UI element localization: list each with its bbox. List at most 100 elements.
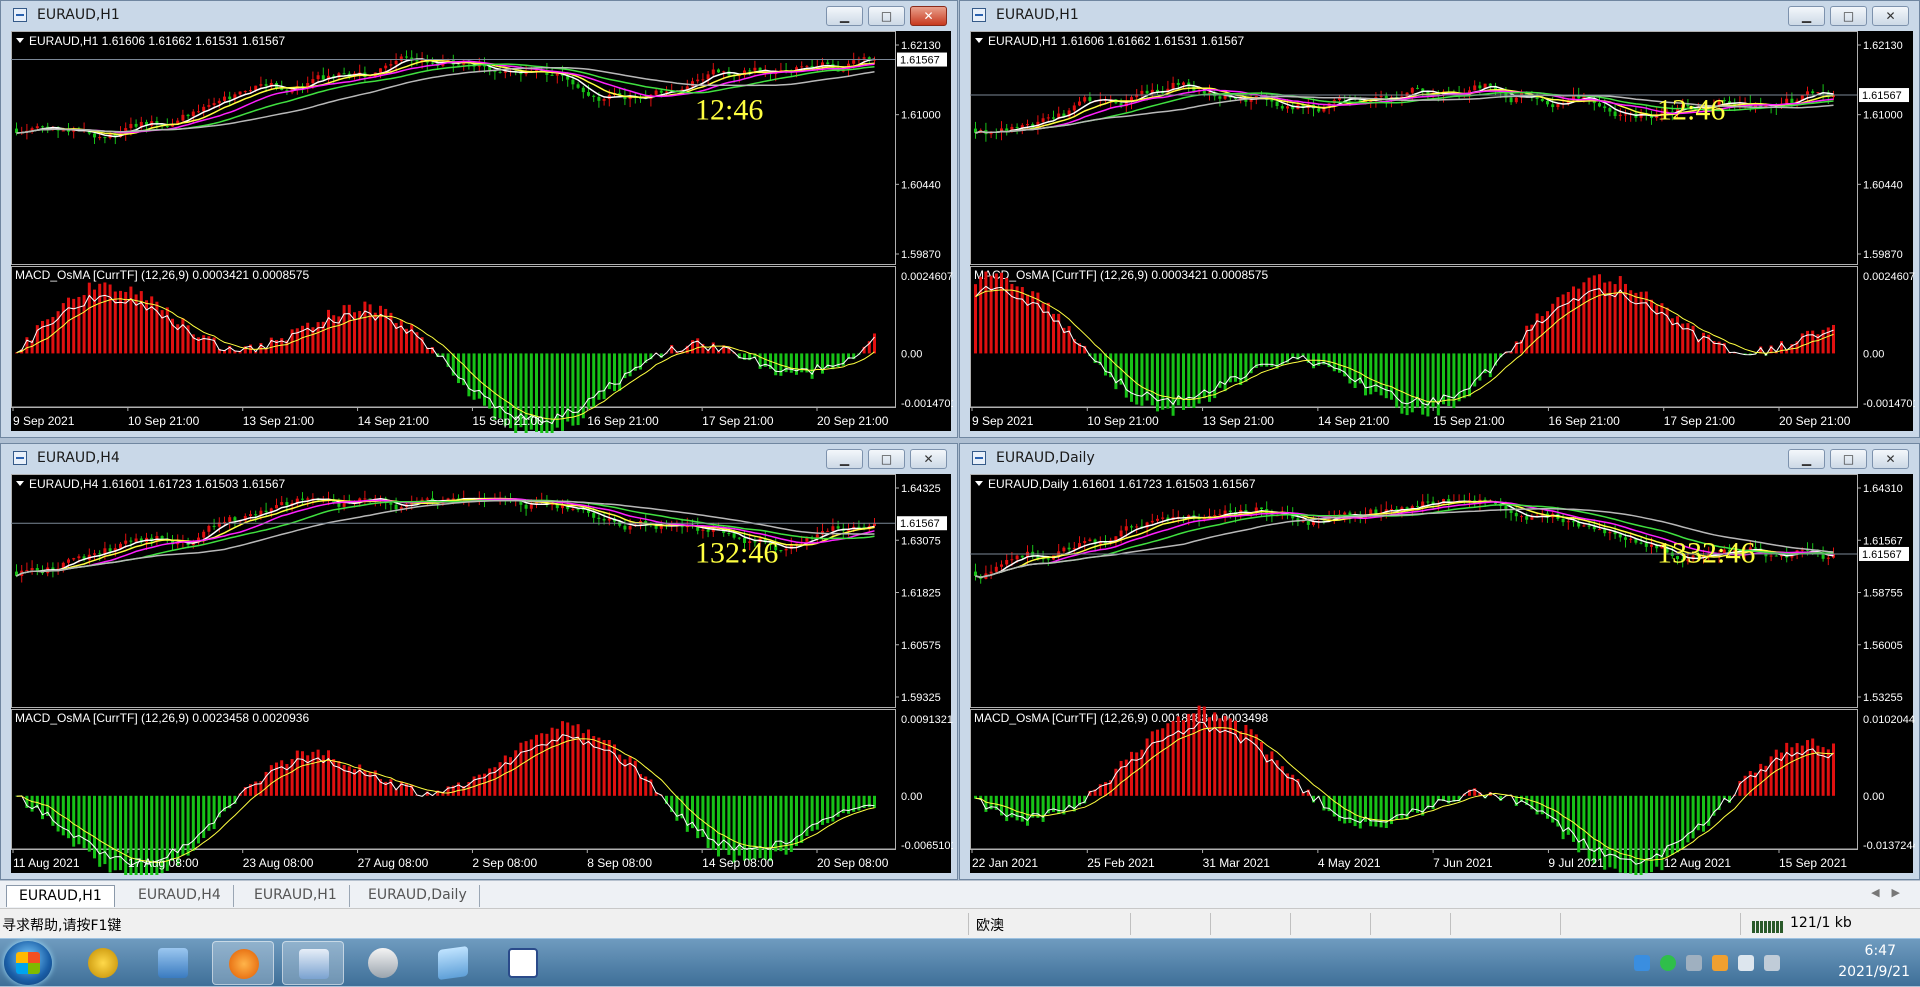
price-tick-label: 1.60575 <box>901 640 941 652</box>
clock-date[interactable]: 2021/9/21 <box>1838 964 1910 980</box>
taskbar-orange-app[interactable] <box>212 941 274 985</box>
volume-icon[interactable] <box>1738 955 1754 971</box>
price-chart[interactable]: EURAUD,Daily 1.61601 1.61723 1.61503 1.6… <box>970 474 1915 875</box>
window-title: EURAUD,H1 <box>37 7 120 23</box>
restore-button[interactable]: □ <box>868 449 905 469</box>
system-tray: 6:47 2021/9/21 <box>1620 939 1920 987</box>
chart-window-3[interactable]: EURAUD,H4 ▁ □ ✕ EURAUD,H4 1.61601 1.6172… <box>0 443 958 880</box>
time-axis-label: 31 Mar 2021 <box>1203 856 1271 870</box>
price-tick-label: 1.59325 <box>901 692 941 704</box>
minimize-button[interactable]: ▁ <box>826 449 863 469</box>
chart-menu-triangle-icon[interactable] <box>16 38 24 43</box>
connection-bars-icon <box>1752 919 1784 933</box>
taskbar-network-app[interactable] <box>142 941 204 985</box>
window-title: EURAUD,Daily <box>996 450 1095 466</box>
chart-header-text: EURAUD,H1 1.61606 1.61662 1.61531 1.6156… <box>29 34 286 48</box>
chart-canvas[interactable]: EURAUD,H1 1.61606 1.61662 1.61531 1.6156… <box>970 31 1913 431</box>
tab-euraud-h1[interactable]: EURAUD,H1 <box>6 885 115 907</box>
macd-histogram <box>15 282 876 433</box>
macd-tick-label: -0.0014701 <box>901 398 953 410</box>
chart-window-icon[interactable] <box>972 8 986 22</box>
tab-scroll-arrows[interactable]: ◀▶ <box>1871 886 1912 899</box>
time-axis-label: 14 Sep 21:00 <box>358 414 430 428</box>
taskbar-metatrader[interactable] <box>282 941 344 985</box>
minimize-button[interactable]: ▁ <box>1788 6 1825 26</box>
wechat-icon[interactable] <box>1660 955 1676 971</box>
swirl-icon <box>229 949 259 979</box>
status-profile: 欧澳 <box>976 915 1004 935</box>
status-traffic: 121/1 kb <box>1790 915 1852 931</box>
time-axis-label: 25 Feb 2021 <box>1087 856 1155 870</box>
tab-euraud-daily[interactable]: EURAUD,Daily <box>356 885 480 907</box>
window-titlebar[interactable]: EURAUD,H1 ▁ □ ✕ <box>1 1 957 31</box>
taskbar-calendar-app[interactable] <box>492 941 554 985</box>
bar-countdown-timer: 12:46 <box>1657 94 1725 127</box>
macd-tick-label: 0.0024607 <box>1863 271 1915 283</box>
price-tick-label: 1.59870 <box>901 249 941 261</box>
dollar-icon <box>88 948 118 978</box>
taskbar-notes-app[interactable] <box>422 941 484 985</box>
price-chart[interactable]: EURAUD,H1 1.61606 1.61662 1.61531 1.6156… <box>970 31 1915 433</box>
taskbar-drive-app[interactable] <box>352 941 414 985</box>
window-titlebar[interactable]: EURAUD,H4 ▁ □ ✕ <box>1 444 957 474</box>
bar-countdown-timer: 12:46 <box>695 94 763 127</box>
macd-tick-label: 0.0102044 <box>1863 714 1915 726</box>
tab-euraud-h4[interactable]: EURAUD,H4 <box>126 885 234 907</box>
macd-tick-label: 0.0024607 <box>901 271 953 283</box>
price-chart[interactable]: EURAUD,H4 1.61601 1.61723 1.61503 1.6156… <box>11 474 953 875</box>
close-button[interactable]: ✕ <box>910 449 947 469</box>
signal-icon[interactable] <box>1764 955 1780 971</box>
price-tick-label: 1.60440 <box>901 179 941 191</box>
time-axis-label: 10 Sep 21:00 <box>1087 414 1159 428</box>
chart-menu-triangle-icon[interactable] <box>975 481 983 486</box>
time-axis-label: 17 Sep 21:00 <box>702 414 774 428</box>
chart-window-2[interactable]: EURAUD,H1 ▁ □ ✕ EURAUD,H1 1.61606 1.6166… <box>959 0 1920 438</box>
price-chart[interactable]: EURAUD,H1 1.61606 1.61662 1.61531 1.6156… <box>11 31 953 433</box>
window-titlebar[interactable]: EURAUD,H1 ▁ □ ✕ <box>960 1 1919 31</box>
calendar-icon <box>508 948 538 978</box>
chart-header-text: EURAUD,Daily 1.61601 1.61723 1.61503 1.6… <box>988 477 1256 491</box>
price-tick-label: 1.53255 <box>1863 692 1903 704</box>
chart-canvas[interactable]: EURAUD,H4 1.61601 1.61723 1.61503 1.6156… <box>11 474 951 873</box>
macd-indicator-label: MACD_OsMA [CurrTF] (12,26,9) 0.0003421 0… <box>974 268 1268 282</box>
taskbar-finance-app[interactable] <box>72 941 134 985</box>
drive-icon <box>368 948 398 978</box>
macd-histogram <box>974 272 1835 417</box>
chart-menu-triangle-icon[interactable] <box>975 38 983 43</box>
time-axis-label: 8 Sep 08:00 <box>587 856 652 870</box>
tab-euraud-h1-2[interactable]: EURAUD,H1 <box>242 885 350 907</box>
restore-button[interactable]: □ <box>1830 6 1867 26</box>
speaker-alert-icon[interactable] <box>1712 955 1728 971</box>
macd-tick-label: -0.0065101 <box>901 840 953 852</box>
macd-tick-label: 0.0091321 <box>901 714 953 726</box>
price-tick-label: 1.58755 <box>1863 588 1903 600</box>
restore-button[interactable]: □ <box>868 6 905 26</box>
chart-window-icon[interactable] <box>13 451 27 465</box>
minimize-button[interactable]: ▁ <box>826 6 863 26</box>
clock-time[interactable]: 6:47 <box>1865 943 1896 959</box>
minimize-button[interactable]: ▁ <box>1788 449 1825 469</box>
close-button[interactable]: ✕ <box>1872 6 1909 26</box>
restore-button[interactable]: □ <box>1830 449 1867 469</box>
close-button[interactable]: ✕ <box>910 6 947 26</box>
status-bar: 寻求帮助,请按F1键 欧澳 121/1 kb <box>0 908 1920 938</box>
shield-icon[interactable] <box>1634 955 1650 971</box>
close-button[interactable]: ✕ <box>1872 449 1909 469</box>
time-axis-label: 22 Jan 2021 <box>972 856 1038 870</box>
windows-logo-icon <box>16 952 40 974</box>
start-button[interactable] <box>4 941 52 985</box>
time-axis-label: 12 Aug 2021 <box>1664 856 1732 870</box>
chart-window-4[interactable]: EURAUD,Daily ▁ □ ✕ EURAUD,Daily 1.61601 … <box>959 443 1920 880</box>
time-axis-label: 20 Sep 08:00 <box>817 856 889 870</box>
chart-canvas[interactable]: EURAUD,Daily 1.61601 1.61723 1.61503 1.6… <box>970 474 1913 873</box>
window-titlebar[interactable]: EURAUD,Daily ▁ □ ✕ <box>960 444 1919 474</box>
chart-window-icon[interactable] <box>972 451 986 465</box>
price-tick-label: 1.64325 <box>901 483 941 495</box>
price-tick-label: 1.61825 <box>901 588 941 600</box>
macd-tick-label: 0.00 <box>901 791 922 803</box>
chart-menu-triangle-icon[interactable] <box>16 481 24 486</box>
chart-canvas[interactable]: EURAUD,H1 1.61606 1.61662 1.61531 1.6156… <box>11 31 951 431</box>
chart-window-icon[interactable] <box>13 8 27 22</box>
network-icon[interactable] <box>1686 955 1702 971</box>
chart-window-1[interactable]: EURAUD,H1 ▁ □ ✕ EURAUD,H1 1.61606 1.6166… <box>0 0 958 438</box>
